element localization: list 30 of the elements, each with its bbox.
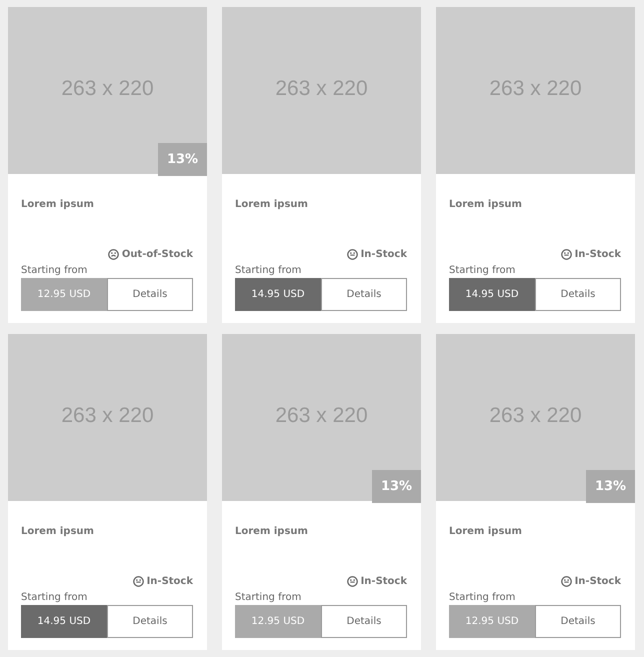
details-button[interactable]: Details: [107, 605, 193, 638]
discount-badge: 13%: [372, 470, 421, 503]
discount-badge: 13%: [158, 143, 207, 176]
price-caption: Starting from: [21, 265, 88, 276]
stock-status: In-Stock: [360, 249, 407, 260]
product-title: Lorem ipsum: [449, 199, 523, 210]
product-title: Lorem ipsum: [235, 199, 309, 210]
details-button[interactable]: Details: [321, 278, 407, 311]
stock-status: In-Stock: [360, 576, 407, 587]
price-button[interactable]: 14.95 USD: [449, 278, 535, 311]
price-caption: Starting from: [235, 265, 302, 276]
product-title: Lorem ipsum: [21, 199, 95, 210]
stock-status: Out-of-Stock: [122, 249, 193, 260]
details-button[interactable]: Details: [321, 605, 407, 638]
stock-status: In-Stock: [574, 576, 621, 587]
price-caption: Starting from: [21, 592, 88, 603]
product-title: Lorem ipsum: [449, 526, 523, 537]
stock-status: In-Stock: [146, 576, 193, 587]
product-title: Lorem ipsum: [235, 526, 309, 537]
stock-status: In-Stock: [574, 249, 621, 260]
price-button[interactable]: 14.95 USD: [21, 605, 107, 638]
price-button[interactable]: 14.95 USD: [235, 278, 321, 311]
discount-badge: 13%: [586, 470, 635, 503]
price-caption: Starting from: [449, 592, 516, 603]
details-button[interactable]: Details: [107, 278, 193, 311]
product-title: Lorem ipsum: [21, 526, 95, 537]
details-button[interactable]: Details: [535, 605, 621, 638]
price-caption: Starting from: [235, 592, 302, 603]
price-caption: Starting from: [449, 265, 516, 276]
details-button[interactable]: Details: [535, 278, 621, 311]
